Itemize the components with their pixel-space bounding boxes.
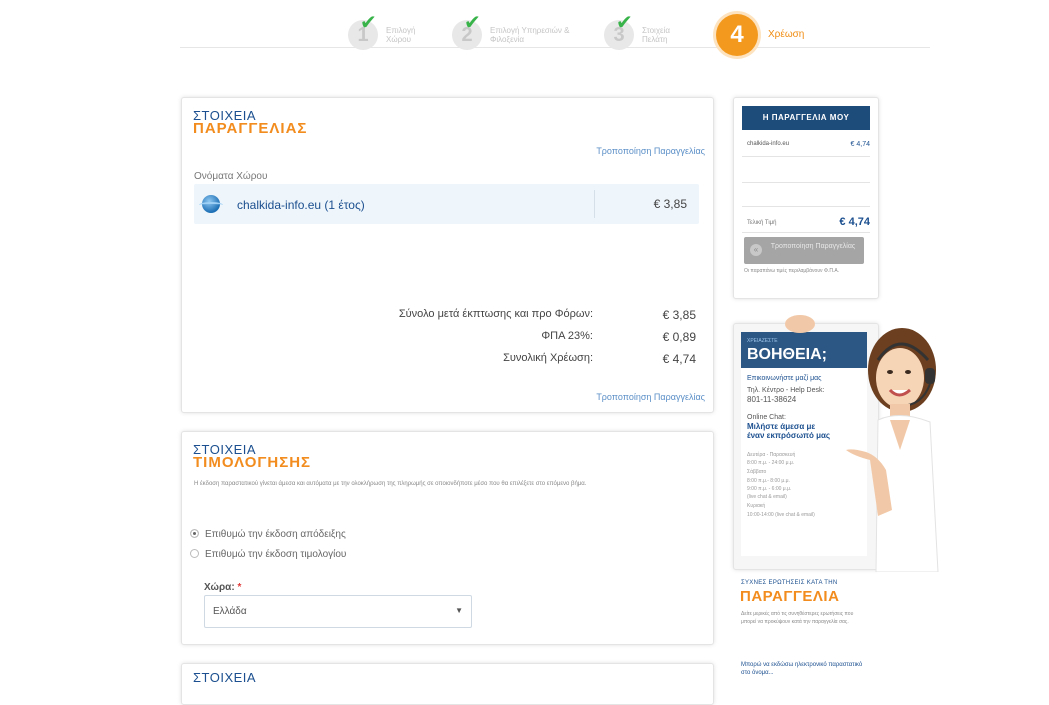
step-4-label: Χρέωση (768, 29, 805, 40)
check-icon: ✔ (464, 12, 481, 34)
vat-label: ΦΠΑ 23%: (541, 330, 593, 342)
cart-divider (742, 232, 870, 233)
billing-note: Η έκδοση παραστατικού γίνεται άμεσα και … (194, 481, 587, 487)
modify-order-button[interactable]: « Τροποποίηση Παραγγελίας (744, 237, 864, 264)
modify-order-button-label: Τροποποίηση Παραγγελίας (770, 243, 856, 250)
cart-item-price: € 4,74 (850, 141, 870, 148)
faq-text: Δείτε μερικές από τις συνηθέστερες ερωτή… (741, 611, 854, 625)
domain-name: chalkida-info.eu (1 έτος) (237, 198, 365, 212)
modify-order-link-bottom[interactable]: Τροποποίηση Παραγγελίας (596, 392, 705, 402)
cart-divider (742, 182, 870, 183)
total-value: € 4,74 (662, 352, 696, 366)
step-1-label: Επιλογή Χώρου (386, 26, 416, 44)
country-select-value: Ελλάδα (213, 606, 247, 617)
check-icon: ✔ (616, 12, 633, 34)
subtotal-value: € 3,85 (662, 308, 696, 322)
receipt-option[interactable]: Επιθυμώ την έκδοση απόδειξης (190, 529, 346, 540)
receipt-option-label: Επιθυμώ την έκδοση απόδειξης (205, 529, 346, 540)
cart-total-label: Τελική Τιμή (747, 220, 777, 226)
billing-title-line2: ΤΙΜΟΛΟΓΗΣΗΣ (193, 454, 312, 471)
order-title-line2: ΠΑΡΑΓΓΕΛΙΑΣ (193, 120, 308, 137)
table-row: chalkida-info.eu (1 έτος) € 3,85 (194, 184, 699, 224)
details-panel: ΣΤΟΙΧΕΙΑ (181, 663, 714, 705)
help-small-title: ΧΡΕΙΑΖΕΣΤΕ (747, 338, 778, 344)
invoice-option[interactable]: Επιθυμώ την έκδοση τιμολογίου (190, 549, 346, 560)
domain-column-header: Ονόματα Χώρου (194, 171, 268, 182)
steps-rule (180, 47, 930, 48)
order-panel: ΣΤΟΙΧΕΙΑ ΠΑΡΑΓΓΕΛΙΑΣ Τροποποίηση Παραγγε… (181, 97, 714, 413)
faq-title-line1: ΣΥΧΝΕΣ ΕΡΩΤΗΣΕΙΣ ΚΑΤΑ ΤΗΝ (741, 580, 838, 586)
cart-panel: Η ΠΑΡΑΓΓΕΛΙΑ ΜΟΥ chalkida-info.eu € 4,74… (733, 97, 879, 299)
cart-total-value: € 4,74 (839, 216, 870, 228)
faq-question-link[interactable]: Μπορώ να εκδώσω ηλεκτρονικό παραστατικό … (741, 661, 869, 677)
domain-price: € 3,85 (653, 197, 687, 211)
cart-footnote: Οι παραπάνω τιμές περιλαμβάνουν Φ.Π.Α. (744, 268, 840, 274)
invoice-option-label: Επιθυμώ την έκδοση τιμολογίου (205, 549, 347, 560)
cart-item-name: chalkida-info.eu (747, 141, 790, 147)
vat-value: € 0,89 (662, 330, 696, 344)
cart-divider (742, 156, 870, 157)
step-3-label: Στοιχεία Πελάτη (642, 26, 671, 44)
faq-title-line2: ΠΑΡΑΓΓΕΛΙΑ (740, 588, 840, 605)
radio-icon[interactable] (190, 549, 199, 558)
arrow-left-icon: « (750, 244, 762, 256)
cart-divider (742, 206, 870, 207)
step-2-label: Επιλογή Υπηρεσιών & Φιλοξενία (490, 26, 570, 44)
billing-panel: ΣΤΟΙΧΕΙΑ ΤΙΜΟΛΟΓΗΣΗΣ Η έκδοση παραστατικ… (181, 431, 714, 645)
support-agent-illustration (785, 315, 939, 572)
globe-icon (199, 195, 223, 213)
country-label-text: Χώρα: (204, 582, 235, 593)
required-mark: * (237, 582, 242, 593)
check-icon: ✔ (360, 12, 377, 34)
subtotal-label: Σύνολο μετά έκπτωσης και προ Φόρων: (398, 308, 593, 320)
modify-order-link[interactable]: Τροποποίηση Παραγγελίας (596, 146, 705, 156)
country-label: Χώρα: * (204, 582, 241, 593)
radio-selected-icon[interactable] (190, 529, 199, 538)
country-select[interactable]: Ελλάδα ▼ (204, 595, 472, 628)
cart-title: Η ΠΑΡΑΓΓΕΛΙΑ ΜΟΥ (742, 106, 870, 130)
caret-down-icon: ▼ (455, 606, 463, 615)
total-label: Συνολική Χρέωση: (503, 352, 593, 364)
row-divider (594, 190, 595, 218)
checkout-steps: 1 ✔ Επιλογή Χώρου 2 ✔ Επιλογή Υπηρεσιών … (180, 10, 930, 56)
step-4-number: 4 (716, 14, 758, 56)
